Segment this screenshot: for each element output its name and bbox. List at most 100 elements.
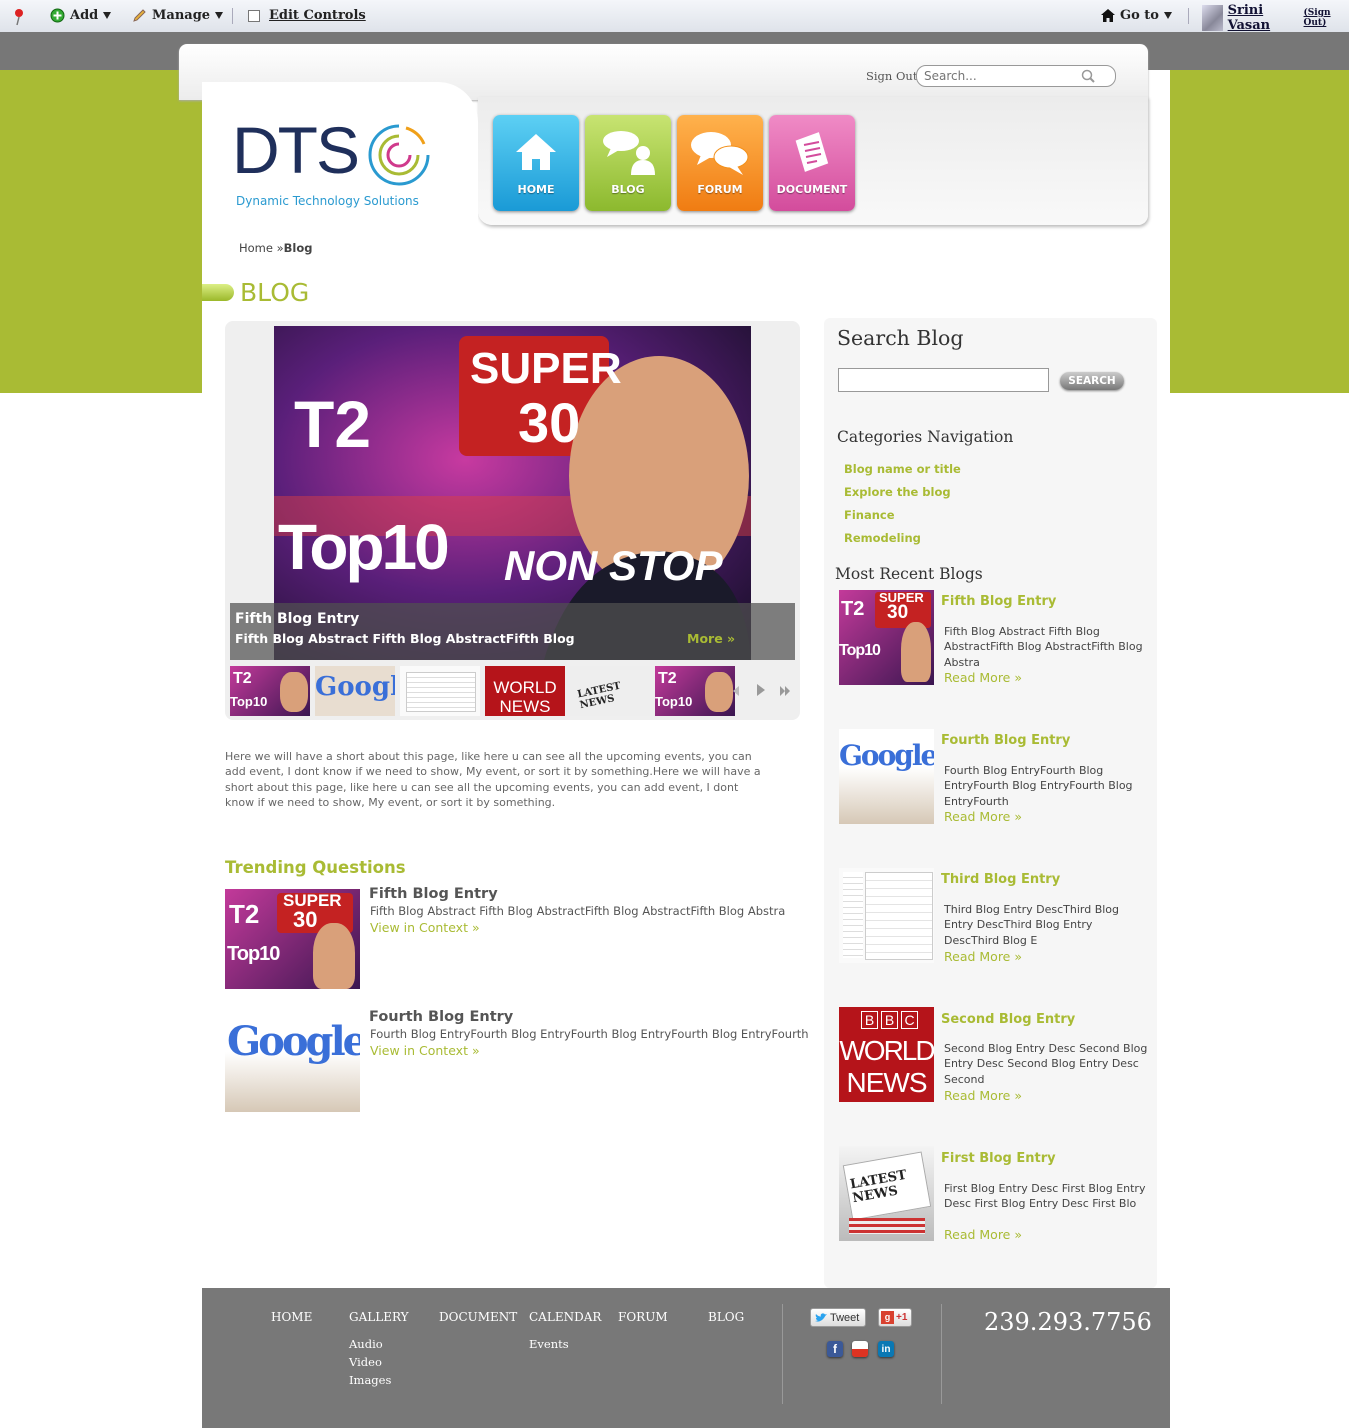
read-more-link[interactable]: Read More » xyxy=(944,809,1022,824)
trending-item-desc: Fifth Blog Abstract Fifth Blog AbstractF… xyxy=(370,904,786,918)
trending-thumb-google[interactable]: Google xyxy=(225,1012,360,1112)
slider-thumb-t20[interactable]: T2 Top10 xyxy=(230,666,310,716)
slide-title[interactable]: Fifth Blog Entry xyxy=(235,611,359,627)
site-search-input[interactable] xyxy=(922,68,1076,84)
edit-controls-checkbox[interactable] xyxy=(248,9,260,22)
footer-nav-calendar[interactable]: CALENDAR xyxy=(529,1310,601,1324)
read-more-link[interactable]: Read More » xyxy=(944,1088,1022,1103)
footer-nav-document[interactable]: DOCUMENT xyxy=(439,1310,517,1324)
user-menu[interactable]: Srini Vasan (Sign Out) xyxy=(1202,3,1349,33)
categories-heading: Categories Navigation xyxy=(837,428,1014,446)
category-link[interactable]: Remodeling xyxy=(844,531,921,545)
page-title: BLOG xyxy=(240,278,310,307)
slide-super-text: SUPER xyxy=(470,344,622,393)
site-search-field[interactable] xyxy=(916,65,1116,87)
recent-thumb-google[interactable]: Google xyxy=(839,729,934,824)
slide-more-link[interactable]: More » xyxy=(687,631,735,646)
user-name[interactable]: Srini Vasan xyxy=(1228,3,1299,33)
recent-thumb-latest-news[interactable]: LATEST NEWS xyxy=(839,1146,934,1241)
edit-controls-toggle[interactable]: Edit Controls xyxy=(248,8,366,23)
pencil-icon xyxy=(133,9,146,22)
recent-thumb-t20[interactable]: SUPER 30 T2 Top10 xyxy=(839,590,934,685)
blog-search-input[interactable] xyxy=(838,368,1049,392)
slide-abstract: Fifth Blog Abstract Fifth Blog AbstractF… xyxy=(235,631,575,646)
manage-menu[interactable]: Manage xyxy=(132,8,224,23)
recent-thumb-bbc[interactable]: B B C WORLD NEWS xyxy=(839,1007,934,1102)
google-plus-button[interactable]: g +1 xyxy=(878,1308,912,1327)
footer-sub-events[interactable]: Events xyxy=(529,1337,569,1351)
nav-forum-button[interactable]: FORUM xyxy=(677,115,763,211)
admin-toolbar: Add Manage Edit Controls Go to Srini Vas… xyxy=(0,0,1349,33)
category-link[interactable]: Explore the blog xyxy=(844,485,951,499)
title-pill-icon xyxy=(202,284,234,301)
tweet-button[interactable]: Tweet xyxy=(810,1308,866,1327)
trending-item-title[interactable]: Fifth Blog Entry xyxy=(369,886,498,902)
bbc-letter: C xyxy=(901,1011,918,1029)
recent-blog-title[interactable]: Fifth Blog Entry xyxy=(941,594,1056,609)
tweet-label: Tweet xyxy=(830,1311,860,1324)
slider-thumb-bbc[interactable]: WORLD NEWS xyxy=(485,666,565,716)
slider-prev-icon[interactable] xyxy=(733,686,741,696)
goto-menu[interactable]: Go to xyxy=(1101,8,1172,23)
trending-view-link[interactable]: View in Context » xyxy=(370,1043,480,1058)
nav-home-button[interactable]: HOME xyxy=(493,115,579,211)
footer-nav-home[interactable]: HOME xyxy=(271,1310,312,1324)
recent-blog-desc: First Blog Entry Desc First Blog Entry D… xyxy=(944,1182,1146,1211)
nav-blog-button[interactable]: BLOG xyxy=(585,115,671,211)
thumb-top10-text: Top10 xyxy=(227,943,280,965)
nav-home-label: HOME xyxy=(517,183,555,196)
slide-t20-text: T2 xyxy=(294,387,372,461)
recent-blog-title[interactable]: Fourth Blog Entry xyxy=(941,733,1070,748)
footer-nav-forum[interactable]: FORUM xyxy=(618,1310,668,1324)
breadcrumb-home-link[interactable]: Home xyxy=(239,241,273,255)
logo-text: DTS xyxy=(232,113,360,187)
slider-last-icon[interactable] xyxy=(780,686,790,696)
site-logo[interactable]: DTS Dynamic Technology Solutions xyxy=(232,113,442,213)
sign-out-link[interactable]: (Sign Out) xyxy=(1304,8,1349,28)
blog-search-button[interactable]: SEARCH xyxy=(1060,372,1124,390)
trending-item-title[interactable]: Fourth Blog Entry xyxy=(369,1009,513,1025)
footer-nav-gallery[interactable]: GALLERY xyxy=(349,1310,409,1324)
toolbar-divider xyxy=(1188,8,1189,24)
search-icon[interactable] xyxy=(1081,69,1096,83)
recent-blog-title[interactable]: Third Blog Entry xyxy=(941,872,1060,887)
slider-thumb-screenshot[interactable] xyxy=(400,666,480,716)
footer-nav-blog[interactable]: BLOG xyxy=(708,1310,744,1324)
breadcrumb-separator: » xyxy=(276,241,284,255)
youtube-icon[interactable] xyxy=(852,1341,868,1357)
thumb-bbc-world: WORLD xyxy=(493,678,557,697)
slider-thumb-latest-news[interactable]: LATEST NEWS xyxy=(570,666,650,716)
read-more-link[interactable]: Read More » xyxy=(944,1227,1022,1242)
trending-view-link[interactable]: View in Context » xyxy=(370,920,480,935)
category-link[interactable]: Blog name or title xyxy=(844,462,961,476)
category-link[interactable]: Finance xyxy=(844,508,895,522)
footer-sub-video[interactable]: Video xyxy=(349,1355,382,1369)
recent-heading: Most Recent Blogs xyxy=(835,565,983,583)
facebook-icon[interactable]: f xyxy=(827,1341,843,1357)
edit-controls-label: Edit Controls xyxy=(269,8,366,23)
thumb-30-text: 30 xyxy=(887,602,909,623)
pin-icon[interactable] xyxy=(12,8,26,26)
slide-30-text: 30 xyxy=(518,391,581,454)
nav-document-button[interactable]: DOCUMENT xyxy=(769,115,855,211)
chevron-down-icon xyxy=(215,12,224,19)
recent-thumb-screenshot[interactable] xyxy=(839,868,934,963)
slider-thumb-t20-2[interactable]: T2 Top10 xyxy=(655,666,735,716)
add-menu[interactable]: Add xyxy=(50,8,112,23)
footer-sub-images[interactable]: Images xyxy=(349,1373,391,1387)
thumb-bbc-news: NEWS xyxy=(499,697,551,716)
footer-sub-audio[interactable]: Audio xyxy=(349,1337,383,1351)
footer-divider xyxy=(782,1304,783,1404)
read-more-link[interactable]: Read More » xyxy=(944,670,1022,685)
read-more-link[interactable]: Read More » xyxy=(944,949,1022,964)
recent-blog-title[interactable]: Second Blog Entry xyxy=(941,1012,1075,1027)
slider-next-icon[interactable] xyxy=(757,684,766,696)
trending-thumb-t20[interactable]: SUPER 30 T2 Top10 xyxy=(225,889,360,989)
nav-document-label: DOCUMENT xyxy=(776,183,848,196)
slider-thumb-google[interactable]: Google xyxy=(315,666,395,716)
slide-top10-text: Top10 xyxy=(278,511,450,583)
recent-blog-title[interactable]: First Blog Entry xyxy=(941,1151,1056,1166)
linkedin-icon[interactable]: in xyxy=(878,1341,894,1357)
thumb-t20-text: T2 xyxy=(841,598,865,620)
header-sign-out-link[interactable]: Sign Out xyxy=(866,69,917,83)
